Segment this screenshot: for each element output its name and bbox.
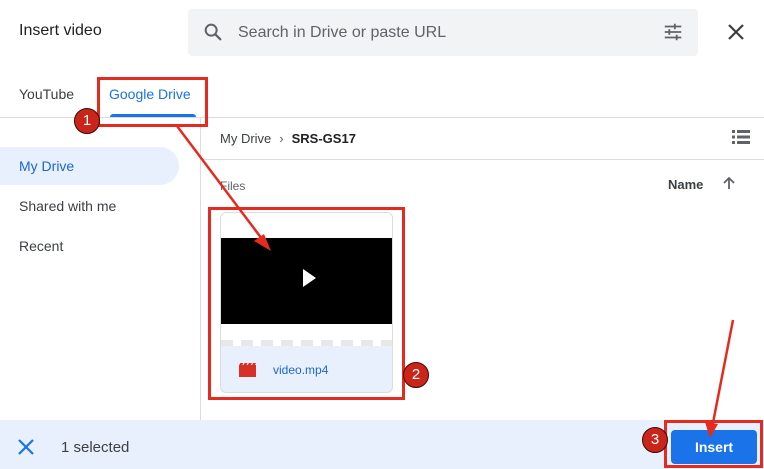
highlight-insert-button [664,420,763,468]
list-view-icon[interactable] [732,130,750,144]
files-section-label: Files [220,179,246,193]
sidebar-item-shared-with-me[interactable]: Shared with me [0,187,179,225]
highlight-google-drive-tab [97,77,208,127]
breadcrumb-divider [201,159,764,160]
tab-youtube[interactable]: YouTube [19,86,74,102]
arrow-up-icon[interactable] [722,176,736,190]
step-badge-2: 2 [403,362,429,388]
dialog-title: Insert video [19,22,102,39]
sidebar-item-recent[interactable]: Recent [0,227,179,265]
deselect-icon[interactable] [17,438,35,456]
sort-by-name[interactable]: Name [668,177,703,192]
breadcrumb-root[interactable]: My Drive [220,131,271,146]
sidebar-item-my-drive[interactable]: My Drive [0,147,179,185]
search-bar [188,9,698,56]
tune-icon[interactable] [662,21,684,43]
breadcrumb: My Drive › SRS-GS17 [220,131,356,146]
step-badge-1: 1 [74,108,100,134]
chevron-right-icon: › [279,131,284,146]
search-icon[interactable] [202,21,224,43]
selection-count: 1 selected [61,439,130,456]
sidebar-divider [200,118,201,420]
search-input[interactable] [238,9,638,56]
step-badge-3: 3 [642,427,668,453]
breadcrumb-current[interactable]: SRS-GS17 [292,131,356,146]
close-icon[interactable] [722,18,750,46]
highlight-file-card [208,207,405,400]
